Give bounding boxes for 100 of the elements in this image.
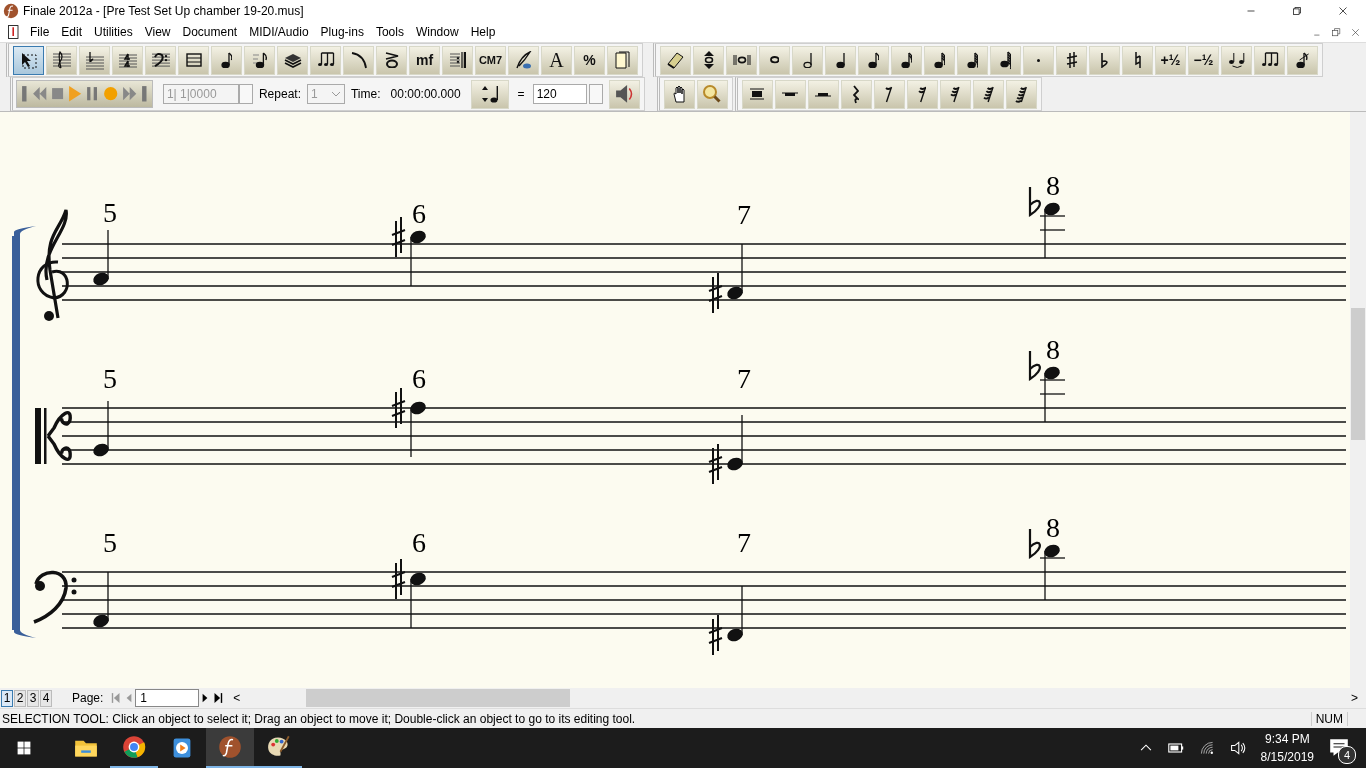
flat-tool-button[interactable] <box>1089 45 1120 75</box>
tempo-note-button[interactable] <box>470 79 509 109</box>
go-to-end-icon[interactable] <box>141 85 148 103</box>
eraser-icon <box>667 51 684 69</box>
hand-tool-button[interactable] <box>663 79 695 109</box>
volume-icon[interactable] <box>1228 740 1247 756</box>
key-signature-tool-button[interactable] <box>79 45 110 75</box>
sharp-tool-button[interactable] <box>1056 45 1087 75</box>
app-logo-icon[interactable] <box>218 735 242 759</box>
scroll-right-arrow[interactable]: > <box>1351 691 1358 705</box>
sixty-fourth-note-tool-button[interactable] <box>957 45 988 75</box>
eighth-rest-tool-button[interactable] <box>873 79 905 109</box>
page-number-field[interactable]: 1 <box>135 689 200 707</box>
vertical-scrollbar[interactable] <box>1350 112 1366 688</box>
go-to-start-icon[interactable] <box>21 85 28 103</box>
bass-clef-tool-button[interactable] <box>145 45 176 75</box>
repeat-tool-button[interactable] <box>442 45 473 75</box>
menu-item[interactable]: Tools <box>369 25 410 39</box>
double-whole-note-tool-button[interactable] <box>726 45 757 75</box>
tool-button[interactable]: +½ <box>1155 45 1186 75</box>
page-tool-button[interactable] <box>607 45 638 75</box>
staff-tool-button[interactable] <box>46 45 77 75</box>
wifi-icon[interactable] <box>1198 740 1215 756</box>
tuplet-icon <box>316 52 335 68</box>
speaker-button[interactable] <box>608 79 640 109</box>
tuplet-tool-button[interactable] <box>1254 45 1285 75</box>
battery-icon[interactable] <box>1166 740 1185 756</box>
hundred-twenty-eighth-rest-icon <box>1014 85 1028 103</box>
half-note-tool-button[interactable] <box>792 45 823 75</box>
thirty-second-note-icon <box>933 51 946 69</box>
eighth-note-tool-button[interactable] <box>858 45 889 75</box>
whole-rest-tool-button[interactable] <box>774 79 806 109</box>
sixteenth-rest-tool-button[interactable] <box>906 79 938 109</box>
time-signature-tool-button[interactable] <box>112 45 143 75</box>
fast-note-tool-button[interactable] <box>244 45 275 75</box>
windows-start-icon[interactable] <box>16 740 32 756</box>
tool-button[interactable]: −½ <box>1188 45 1219 75</box>
hundred-twenty-eighth-note-tool-button[interactable] <box>990 45 1021 75</box>
natural-tool-button[interactable] <box>1122 45 1153 75</box>
page-tab[interactable]: 1 <box>1 689 13 707</box>
menu-item[interactable]: Edit <box>55 25 89 39</box>
rewind-icon[interactable] <box>31 86 47 102</box>
hundred-twenty-eighth-rest-tool-button[interactable] <box>1005 79 1037 109</box>
selection-arrow-tool-button[interactable] <box>13 45 44 75</box>
tool-button[interactable]: mf <box>409 45 440 75</box>
tied-notes-tool-button[interactable] <box>1221 45 1252 75</box>
quarter-note-tool-button[interactable] <box>825 45 856 75</box>
thirty-second-note-tool-button[interactable] <box>924 45 955 75</box>
menu-item[interactable]: File <box>24 25 56 39</box>
menu-item[interactable]: Help <box>464 25 502 39</box>
pause-icon[interactable] <box>86 86 99 102</box>
measure-number: 5 <box>103 527 117 558</box>
half-rest-tool-button[interactable] <box>807 79 839 109</box>
menu-item[interactable]: Window <box>409 25 465 39</box>
sixteenth-note-tool-button[interactable] <box>891 45 922 75</box>
flat-icon <box>1101 52 1108 68</box>
tool-button[interactable]: CM7 <box>475 45 506 75</box>
grace-note-tool-button[interactable] <box>1287 45 1318 75</box>
menu-item[interactable]: Utilities <box>88 25 139 39</box>
up-down-arrows-tool-button[interactable] <box>693 45 724 75</box>
staff-icon <box>51 51 72 69</box>
double-whole-rest-tool-button[interactable] <box>741 79 773 109</box>
restore-icon[interactable] <box>1290 4 1304 18</box>
tool-button[interactable]: A <box>541 45 572 75</box>
tied-notes-icon <box>1228 51 1245 69</box>
stop-icon[interactable] <box>51 87 65 101</box>
page-tab[interactable]: 4 <box>40 689 52 707</box>
paint-palette-icon[interactable] <box>266 735 290 759</box>
tempo-field[interactable]: 120 <box>532 84 587 104</box>
restore-document-icon[interactable] <box>1330 25 1343 39</box>
quill-tool-button[interactable] <box>508 45 539 75</box>
whole-note-tool-button[interactable] <box>759 45 790 75</box>
measure-number: 6 <box>412 198 426 229</box>
tuplet-tool-button[interactable] <box>310 45 341 75</box>
menu-item[interactable]: View <box>138 25 177 39</box>
quarter-rest-tool-button[interactable] <box>840 79 872 109</box>
menu-item[interactable]: Plug-ins <box>314 25 370 39</box>
tuplet-icon <box>1260 52 1279 68</box>
double-whole-note-icon <box>732 54 751 66</box>
browser-icon[interactable] <box>122 735 146 759</box>
fast-forward-icon[interactable] <box>121 86 138 102</box>
menu-item[interactable]: MIDI/Audio <box>243 25 315 39</box>
measure-number: 6 <box>412 363 426 394</box>
thirty-second-rest-tool-button[interactable] <box>939 79 971 109</box>
eighth-note-tool-button[interactable] <box>211 45 242 75</box>
dot-icon <box>1036 57 1041 63</box>
sixty-fourth-rest-tool-button[interactable] <box>972 79 1004 109</box>
eraser-tool-button[interactable] <box>660 45 691 75</box>
menu-item[interactable]: Document <box>176 25 244 39</box>
scroll-left-arrow[interactable]: < <box>233 691 241 705</box>
accent-tool-button[interactable] <box>376 45 407 75</box>
page-tab[interactable]: 3 <box>27 689 39 707</box>
page-tab[interactable]: 2 <box>14 689 26 707</box>
tool-button[interactable]: % <box>574 45 605 75</box>
zoom-icon <box>703 85 721 103</box>
measure-number: 5 <box>103 197 117 228</box>
measure-tool-button[interactable] <box>178 45 209 75</box>
accent-icon <box>384 51 399 69</box>
slur-tool-button[interactable] <box>343 45 374 75</box>
dot-tool-button[interactable] <box>1023 45 1054 75</box>
